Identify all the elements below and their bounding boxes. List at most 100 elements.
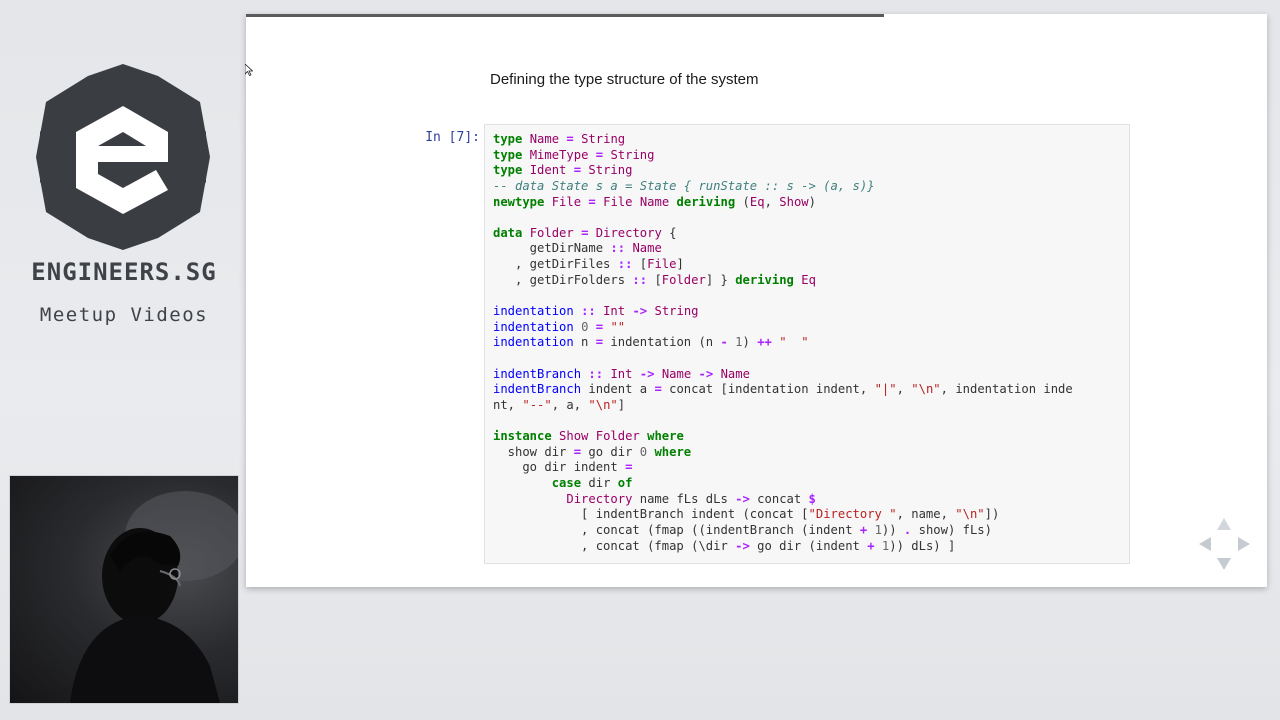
code-token: concat [indentation indent, xyxy=(661,382,875,397)
code-token: of xyxy=(617,476,633,491)
code-token: [ xyxy=(632,257,648,272)
code-token: 1 xyxy=(874,523,882,538)
code-token: case xyxy=(551,476,582,491)
code-token: where xyxy=(654,444,692,459)
code-token: = xyxy=(625,460,633,475)
nav-down-button[interactable] xyxy=(1216,557,1232,574)
code-line: , getDirFiles :: [File] xyxy=(493,257,1123,273)
code-token: )) xyxy=(881,523,904,538)
code-token: :: xyxy=(588,366,604,381)
code-token: dir xyxy=(581,476,618,491)
code-token: ] xyxy=(617,397,626,412)
code-token: Name xyxy=(632,241,662,256)
code-token: indentation xyxy=(493,304,574,319)
code-token: " " xyxy=(779,335,809,350)
code-line: indentBranch :: Int -> Name -> Name xyxy=(493,367,1123,383)
code-token: where xyxy=(647,429,684,444)
code-token: ( xyxy=(735,194,750,209)
code-token: = xyxy=(573,444,582,459)
code-token: go dir indent xyxy=(493,460,626,475)
code-token: , xyxy=(764,194,780,209)
code-token: Name xyxy=(639,194,670,209)
code-token: instance xyxy=(493,429,552,444)
code-line: data Folder = Directory { xyxy=(493,226,1123,242)
code-line: -- data State s a = State { runState :: … xyxy=(493,179,1123,195)
code-token: type xyxy=(493,132,523,146)
code-token: [ xyxy=(647,272,662,287)
code-line: case dir of xyxy=(493,476,1123,492)
code-token: String xyxy=(581,132,626,146)
code-token: Show xyxy=(779,194,809,209)
chevron-down-icon xyxy=(1217,558,1231,570)
code-token: show dir xyxy=(493,444,574,459)
code-token: = xyxy=(654,382,662,397)
code-token: "\n" xyxy=(911,382,941,397)
code-token: -> xyxy=(735,538,750,553)
code-token: "" xyxy=(610,319,626,334)
code-token: indentation (n xyxy=(603,335,721,350)
code-cell[interactable]: type Name = String type MimeType = String… xyxy=(484,124,1130,564)
code-token: Show xyxy=(559,429,589,444)
code-line: type Ident = String xyxy=(493,163,1123,179)
code-token: deriving xyxy=(735,272,794,287)
code-token: ]) xyxy=(984,507,1000,522)
code-line: show dir = go dir 0 where xyxy=(493,445,1123,461)
slide-progress-bar xyxy=(246,14,885,17)
code-token: File xyxy=(603,194,633,209)
code-token: :: xyxy=(632,272,648,287)
code-token: , a, xyxy=(551,397,589,412)
code-token: 1 xyxy=(735,335,743,350)
code-token: Folder xyxy=(529,225,574,240)
code-token: Ident xyxy=(529,163,567,178)
chevron-up-icon xyxy=(1217,518,1231,530)
code-token: nt, xyxy=(493,397,523,412)
code-token: indentation xyxy=(493,335,574,350)
code-token: ++ xyxy=(757,335,772,350)
code-token: = xyxy=(573,163,582,178)
code-token: "|" xyxy=(874,382,897,397)
code-token: data xyxy=(493,225,523,240)
nav-left-button[interactable] xyxy=(1198,536,1212,555)
brand-subtitle: Meetup Videos xyxy=(39,304,209,326)
code-token: n xyxy=(573,335,596,350)
code-token: - xyxy=(720,335,728,350)
code-line: Directory name fLs dLs -> concat $ xyxy=(493,492,1123,508)
code-token: ) xyxy=(808,194,816,209)
code-token: "\n" xyxy=(955,507,985,522)
code-token: Int xyxy=(603,304,626,319)
presenter-silhouette-icon xyxy=(70,491,238,703)
code-token: go dir (indent xyxy=(749,538,868,553)
slide-title: Defining the type structure of the syste… xyxy=(490,71,759,88)
nav-right-button[interactable] xyxy=(1237,536,1251,555)
code-token: -> xyxy=(639,366,655,381)
engineers-sg-logo-icon xyxy=(36,64,210,250)
code-line: nt, "--", a, "\n"] xyxy=(493,398,1123,414)
code-token: show) fLs) xyxy=(911,523,992,538)
code-token: go dir xyxy=(581,444,640,459)
cell-prompt: In [7]: xyxy=(425,130,480,145)
code-token: , getDirFolders xyxy=(493,272,633,287)
code-token: Int xyxy=(610,366,633,381)
nav-up-button[interactable] xyxy=(1216,517,1232,534)
code-token: String xyxy=(610,147,655,162)
code-token: :: xyxy=(617,257,633,272)
code-token: -- data State s a = State { runState :: … xyxy=(493,178,875,193)
code-token: , name, xyxy=(896,507,956,522)
code-line: indentation n = indentation (n - 1) ++ "… xyxy=(493,335,1123,351)
code-token: type xyxy=(493,147,523,162)
code-block[interactable]: type Name = String type MimeType = String… xyxy=(493,132,1123,554)
code-token: [ indentBranch indent (concat [ xyxy=(493,507,809,522)
code-token: indent a xyxy=(581,382,655,397)
code-token: Directory xyxy=(595,225,662,240)
